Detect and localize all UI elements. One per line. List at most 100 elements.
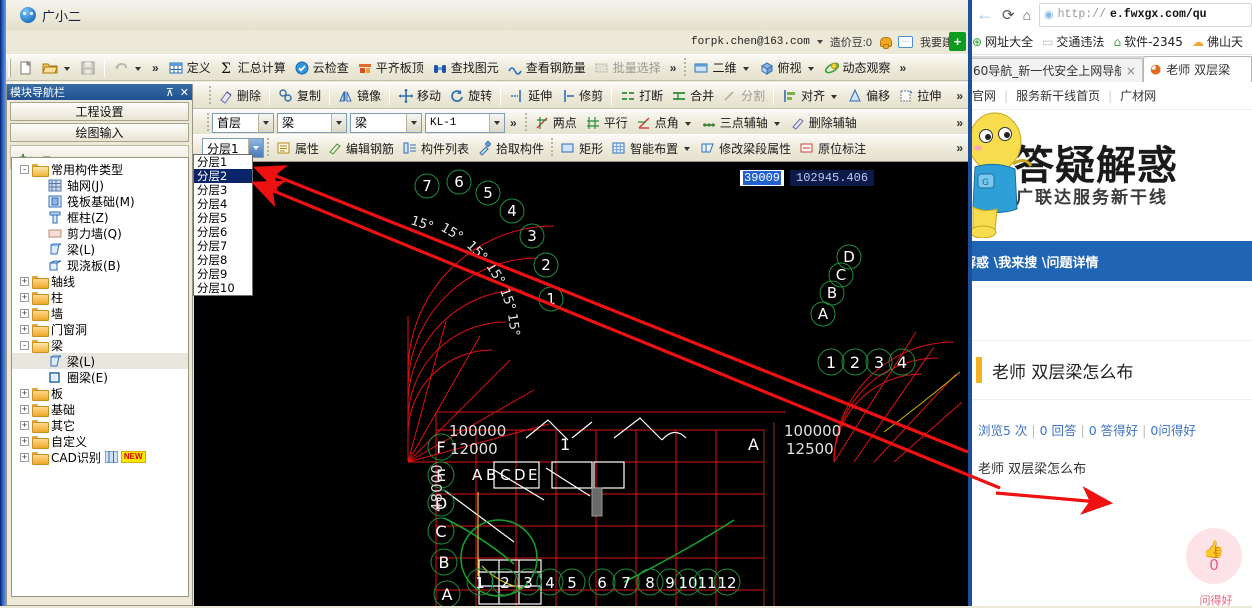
browser-tab-inactive[interactable]: 60导航_新一代安全上网导航 × (972, 58, 1143, 82)
draw-edit-beam-segment-button[interactable]: 修改梁段属性 (696, 137, 795, 159)
tree-item-8[interactable]: + 柱 (12, 289, 188, 305)
nav-button-drawing-input[interactable]: 绘图输入 (10, 123, 189, 142)
toolbar-overflow-button-4[interactable]: » (951, 89, 968, 103)
tree-item-10[interactable]: + 门窗洞 (12, 321, 188, 337)
tree-item-12[interactable]: 梁(L) (12, 353, 188, 369)
chevron-down-icon[interactable] (816, 40, 823, 44)
reload-icon[interactable]: ⟳ (1002, 6, 1015, 24)
toolbar-top-view-button[interactable]: 俯视 (755, 57, 820, 79)
bell-icon[interactable] (879, 36, 892, 49)
toolbar-summary-calc-button[interactable]: Σ 汇总计算 (215, 57, 290, 79)
layer-edit-rebar-button[interactable]: 编辑钢筋 (323, 137, 398, 159)
toolbar-overflow-button-6[interactable]: » (951, 141, 968, 155)
expand-node-icon[interactable]: + (20, 388, 29, 398)
layer-option-4[interactable]: 分层4 (194, 197, 252, 211)
collapse-node-icon[interactable]: - (20, 164, 29, 174)
chevron-down-icon[interactable] (831, 94, 838, 99)
chevron-down-icon[interactable] (331, 113, 346, 132)
account-email[interactable]: forpk.chen@163.com (691, 36, 810, 48)
component-tree[interactable]: - 常用构件类型 轴网(J) 筏板基础(M) 框柱(Z) 剪力墙(Q) 梁(L) 现浇板(B)… (11, 157, 189, 597)
subnav-item-gcw[interactable]: 广材网 (1120, 87, 1156, 104)
toolbar-view-rebar-button[interactable]: 查看钢筋量 (503, 57, 590, 79)
layer-properties-button[interactable]: 属性 (272, 137, 323, 159)
layer-component-list-button[interactable]: 构件列表 (398, 137, 473, 159)
draw-in-situ-annotation-button[interactable]: 原位标注 (795, 137, 870, 159)
tree-item-15[interactable]: + 基础 (12, 401, 188, 417)
pin-icon[interactable]: ⊼ (166, 86, 174, 99)
chevron-down-icon[interactable] (742, 66, 749, 71)
draw-smart-layout-button[interactable]: 智能布置 (607, 137, 696, 159)
edit-delete-button[interactable]: 删除 (214, 85, 265, 107)
toolbar-align-slab-top-button[interactable]: 平齐板顶 (353, 57, 428, 79)
chat-bubble-icon[interactable]: ··· (898, 36, 913, 48)
bookmark-item[interactable]: ⊕ 网址大全 (972, 33, 1033, 50)
bookmark-item[interactable]: ⌂ 软件-2345 (1113, 33, 1183, 50)
address-bar[interactable]: ◉ http://e.fwxgx.com/qu (1039, 2, 1252, 27)
toolbar-overflow-button-3[interactable]: » (895, 61, 912, 75)
tree-item-0[interactable]: - 常用构件类型 (12, 161, 188, 177)
home-icon[interactable]: ⌂ (1023, 7, 1031, 23)
new-document-button[interactable] (14, 57, 38, 79)
chevron-down-icon[interactable] (406, 113, 421, 132)
subnav-item-official[interactable]: 官网 (972, 87, 996, 104)
layer-option-2[interactable]: 分层2 (194, 169, 252, 183)
toolbar-grip[interactable] (207, 112, 209, 133)
green-plus-button[interactable]: + (949, 32, 966, 51)
collapse-node-icon[interactable]: - (20, 340, 29, 350)
draw-rectangle-button[interactable]: 矩形 (556, 137, 607, 159)
expand-node-icon[interactable]: + (20, 452, 29, 462)
subnav-item-service-home[interactable]: 服务新干线首页 (1016, 87, 1100, 104)
layer-option-9[interactable]: 分层9 (194, 267, 252, 281)
edit-align-button[interactable]: 对齐 (778, 85, 843, 107)
tree-item-6[interactable]: 现浇板(B) (12, 257, 188, 273)
axis-parallel-button[interactable]: 平行 (581, 112, 632, 134)
toolbar-grip[interactable] (209, 85, 211, 106)
edit-offset-button[interactable]: 偏移 (843, 85, 894, 107)
toolbar-grip[interactable] (8, 58, 11, 77)
edit-copy-button[interactable]: 复制 (274, 85, 325, 107)
back-arrow-icon[interactable]: ← (976, 4, 994, 25)
toolbar-cloud-check-button[interactable]: 云检查 (290, 57, 353, 79)
tree-item-16[interactable]: + 其它 (12, 417, 188, 433)
edit-merge-button[interactable]: 合并 (667, 85, 718, 107)
expand-node-icon[interactable]: + (20, 308, 29, 318)
expand-node-icon[interactable]: + (20, 276, 29, 286)
close-icon[interactable]: × (1126, 64, 1136, 78)
tree-item-5[interactable]: 梁(L) (12, 241, 188, 257)
component-type-selector[interactable]: 梁 (350, 112, 422, 133)
selector-overflow-button[interactable]: » (505, 116, 522, 130)
edit-mirror-button[interactable]: 镜像 (334, 85, 385, 107)
tree-item-3[interactable]: 框柱(Z) (12, 209, 188, 225)
edit-rotate-button[interactable]: 旋转 (445, 85, 496, 107)
toolbar-define-button[interactable]: 定义 (164, 57, 215, 79)
like-button[interactable]: 👍 0 (1186, 528, 1242, 584)
tree-item-4[interactable]: 剪力墙(Q) (12, 225, 188, 241)
chevron-down-icon[interactable] (684, 147, 691, 151)
cad-canvas[interactable]: 39009 102945.406 7 6 5 4 3 2 1 15° 15° 1… (194, 162, 968, 606)
layer-dropdown-list[interactable]: 分层1 分层2 分层3 分层4 分层5 分层6 分层7 分层8 分层9 分层10 (193, 154, 253, 296)
bookmark-item[interactable]: ▭ 交通违法 (1042, 33, 1104, 50)
tree-item-13[interactable]: 圈梁(E) (12, 369, 188, 385)
layer-option-7[interactable]: 分层7 (194, 239, 252, 253)
layer-option-8[interactable]: 分层8 (194, 253, 252, 267)
category-selector[interactable]: 梁 (277, 112, 347, 133)
chevron-down-icon[interactable] (489, 113, 504, 132)
edit-move-button[interactable]: 移动 (394, 85, 445, 107)
axis-delete-aux-button[interactable]: 删除辅轴 (786, 112, 861, 134)
chevron-down-icon[interactable] (135, 66, 141, 71)
floor-selector[interactable]: 首层 (212, 112, 274, 133)
bookmark-item[interactable]: ☁ 佛山天 (1192, 33, 1243, 50)
edit-stretch-button[interactable]: 拉伸 (894, 85, 945, 107)
edit-split-button[interactable]: 分割 (718, 85, 769, 107)
layer-pick-component-button[interactable]: 拾取构件 (473, 137, 548, 159)
chevron-down-icon[interactable] (258, 113, 273, 132)
tree-item-14[interactable]: + 板 (12, 385, 188, 401)
edit-extend-button[interactable]: 延伸 (505, 85, 556, 107)
save-button[interactable] (76, 57, 100, 79)
tree-item-7[interactable]: + 轴线 (12, 273, 188, 289)
layer-option-5[interactable]: 分层5 (194, 211, 252, 225)
chevron-down-icon[interactable] (64, 66, 70, 71)
layer-option-6[interactable]: 分层6 (194, 225, 252, 239)
browser-tab-active[interactable]: ◕ 老师 双层梁 (1142, 56, 1252, 82)
toolbar-overflow-button-2[interactable]: » (665, 61, 682, 75)
